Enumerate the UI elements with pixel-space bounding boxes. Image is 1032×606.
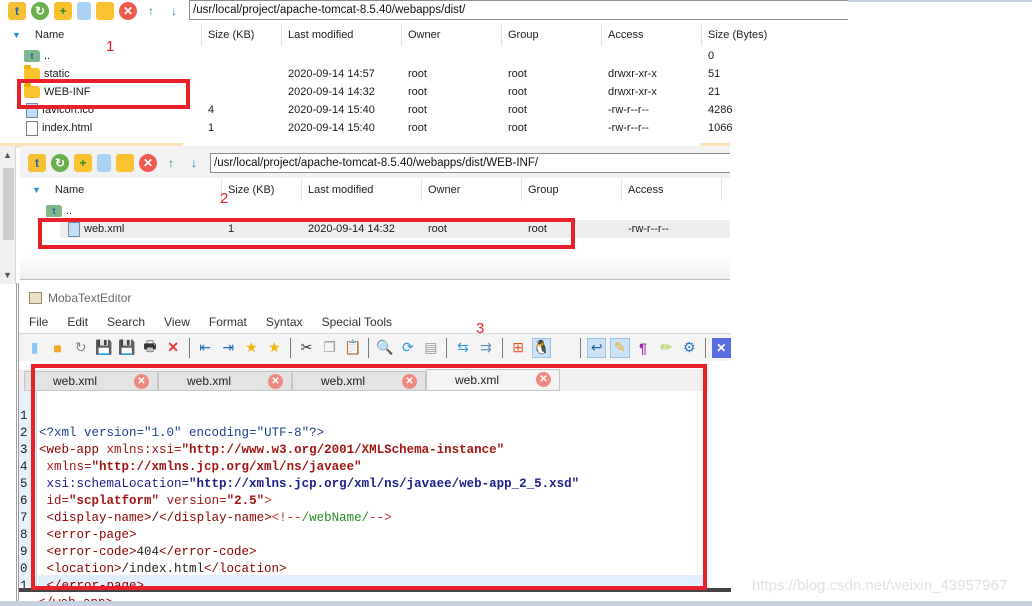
- search-icon[interactable]: 🔍: [375, 338, 394, 358]
- new-file-icon[interactable]: [97, 154, 111, 172]
- browser-toolbar-2: t ↻ + ✕ ↑ ↓: [28, 154, 203, 172]
- column-header-row-1: ▼ Name Size (KB) Last modified Owner Grou…: [0, 24, 822, 46]
- file-row[interactable]: t.. 0: [0, 47, 822, 65]
- word-wrap-icon[interactable]: ↩: [587, 337, 607, 358]
- editor-title-bar: MobaTextEditor: [29, 291, 131, 305]
- refresh-icon[interactable]: ↻: [31, 2, 49, 20]
- new-folder-icon[interactable]: +: [54, 2, 72, 20]
- close-file-icon[interactable]: ✕: [164, 338, 183, 358]
- goto-icon[interactable]: ▤: [421, 338, 440, 358]
- paste-icon[interactable]: 📋: [343, 338, 362, 358]
- scroll-up-icon[interactable]: ▲: [3, 150, 12, 160]
- notepad-icon: [29, 292, 42, 304]
- column-name[interactable]: ▼ Name: [20, 179, 222, 201]
- linux-eol-icon[interactable]: 🐧: [531, 337, 552, 358]
- sort-down-icon: ▼: [32, 185, 41, 195]
- menu-file[interactable]: File: [29, 315, 48, 329]
- column-owner[interactable]: Owner: [422, 179, 522, 201]
- merge-icon[interactable]: ⇉: [477, 338, 496, 358]
- column-name[interactable]: ▼ Name: [0, 24, 202, 46]
- path-input-2[interactable]: /usr/local/project/apache-tomcat-8.5.40/…: [210, 153, 730, 173]
- editor-toolbar: ▮ ■ ↻ 💾 💾 🖶 ✕ ⇤ ⇥ ★ ★ ✂ ❐ 📋 🔍 ⟳ ▤ ⇆ ⇉ ⊞ …: [19, 333, 731, 361]
- menu-search[interactable]: Search: [107, 315, 145, 329]
- open-folder-icon[interactable]: ■: [48, 338, 67, 358]
- column-size-kb[interactable]: Size (KB): [222, 179, 302, 201]
- annotation-2: 2: [220, 190, 229, 207]
- save-as-icon[interactable]: 💾: [117, 338, 136, 358]
- open-folder-icon[interactable]: [96, 2, 114, 20]
- parent-folder-icon[interactable]: t: [28, 154, 46, 172]
- save-icon[interactable]: 💾: [94, 338, 113, 358]
- delete-icon[interactable]: ✕: [119, 2, 137, 20]
- outdent-icon[interactable]: ⇤: [196, 338, 215, 358]
- indent-icon[interactable]: ⇥: [219, 338, 238, 358]
- edit-mode-icon[interactable]: ✎: [610, 337, 630, 358]
- highlight-box-web-inf: [17, 79, 190, 109]
- bookmark-toggle-icon[interactable]: ★: [242, 338, 261, 358]
- file-icon: [26, 120, 38, 136]
- highlight-box-web-xml: [38, 218, 575, 249]
- column-owner[interactable]: Owner: [402, 24, 502, 46]
- parent-folder-icon: t: [46, 205, 62, 218]
- column-group[interactable]: Group: [502, 24, 602, 46]
- editor-title: MobaTextEditor: [48, 291, 132, 305]
- delete-icon[interactable]: ✕: [139, 154, 157, 172]
- upload-icon[interactable]: ↑: [162, 154, 180, 172]
- new-file-icon[interactable]: [77, 2, 91, 20]
- show-symbols-icon[interactable]: ¶: [634, 338, 653, 358]
- open-folder-icon[interactable]: [116, 154, 134, 172]
- column-access[interactable]: Access: [622, 179, 722, 201]
- scrollbar-thumb[interactable]: [3, 168, 14, 240]
- refresh-icon[interactable]: ↻: [51, 154, 69, 172]
- compare-icon[interactable]: ⇆: [453, 338, 472, 358]
- settings-icon[interactable]: ⚙: [680, 338, 699, 358]
- menu-format[interactable]: Format: [209, 315, 247, 329]
- close-editor-icon[interactable]: ✕: [711, 337, 731, 358]
- file-browser-panel-2: t ↻ + ✕ ↑ ↓ /usr/local/project/apache-to…: [20, 146, 730, 282]
- menu-special-tools[interactable]: Special Tools: [322, 315, 393, 329]
- column-access[interactable]: Access: [602, 24, 702, 46]
- file-row[interactable]: index.html 1 2020-09-14 15:40 root root …: [0, 119, 822, 137]
- column-header-row-2: ▼ Name Size (KB) Last modified Owner Grou…: [20, 179, 722, 201]
- sort-down-icon: ▼: [12, 30, 21, 40]
- download-icon[interactable]: ↓: [165, 2, 183, 20]
- browser-toolbar-1: t ↻ + ✕ ↑ ↓: [8, 2, 183, 20]
- watermark: https://blog.csdn.net/weixin_43957967: [752, 577, 1008, 594]
- highlight-box-editor: [31, 364, 707, 590]
- bookmark-next-icon[interactable]: ★: [265, 338, 284, 358]
- download-icon[interactable]: ↓: [185, 154, 203, 172]
- menu-bar: File Edit Search View Format Syntax Spec…: [29, 315, 411, 329]
- scroll-down-icon[interactable]: ▼: [3, 270, 12, 280]
- menu-syntax[interactable]: Syntax: [266, 315, 303, 329]
- annotation-1: 1: [106, 38, 115, 55]
- replace-icon[interactable]: ⟳: [398, 338, 417, 358]
- new-file-icon[interactable]: ▮: [25, 338, 44, 358]
- panel-2-footer: [20, 256, 730, 280]
- mac-eol-icon[interactable]: [555, 338, 574, 358]
- column-last-modified[interactable]: Last modified: [282, 24, 402, 46]
- column-last-modified[interactable]: Last modified: [302, 179, 422, 201]
- copy-icon[interactable]: ❐: [320, 338, 339, 358]
- bottom-border: [0, 601, 1032, 606]
- upload-icon[interactable]: ↑: [142, 2, 160, 20]
- reload-icon[interactable]: ↻: [71, 338, 90, 358]
- vertical-scrollbar[interactable]: ▲ ▼: [0, 146, 16, 284]
- column-group[interactable]: Group: [522, 179, 622, 201]
- column-size-kb[interactable]: Size (KB): [202, 24, 282, 46]
- parent-folder-icon: t: [24, 50, 40, 63]
- new-folder-icon[interactable]: +: [74, 154, 92, 172]
- cut-icon[interactable]: ✂: [297, 338, 316, 358]
- column-size-bytes[interactable]: Size (Bytes): [702, 24, 822, 46]
- windows-eol-icon[interactable]: ⊞: [509, 338, 528, 358]
- file-browser-panel-1: t ↻ + ✕ ↑ ↓ /usr/local/project/apache-to…: [0, 0, 848, 140]
- menu-view[interactable]: View: [164, 315, 190, 329]
- print-icon[interactable]: 🖶: [140, 338, 159, 358]
- parent-folder-icon[interactable]: t: [8, 2, 26, 20]
- highlight-icon[interactable]: ✏: [657, 338, 676, 358]
- menu-edit[interactable]: Edit: [67, 315, 88, 329]
- path-input-1[interactable]: /usr/local/project/apache-tomcat-8.5.40/…: [189, 0, 848, 20]
- annotation-3: 3: [476, 320, 485, 337]
